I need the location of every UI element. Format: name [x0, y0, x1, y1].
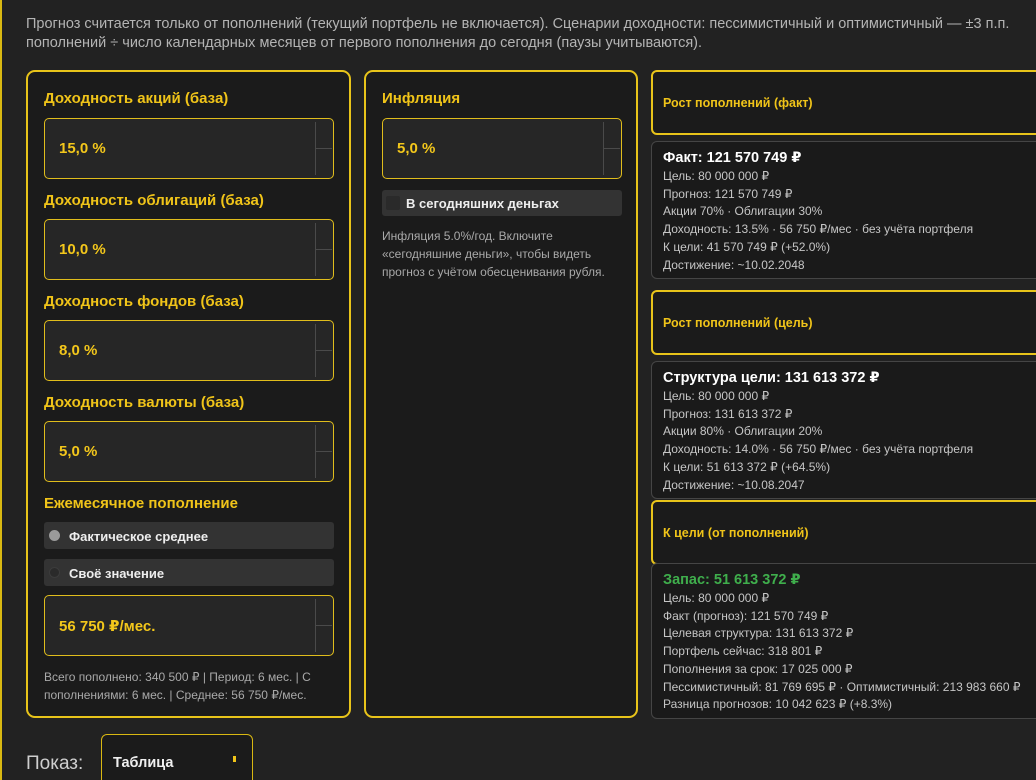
stocks-return-value: 15,0 % — [59, 140, 106, 157]
card-line: Пессимистичный: 81 769 695 ₽ · Оптимисти… — [663, 679, 1021, 694]
contribution-summary-line-2: пополнениями: 6 мес. | Среднее: 56 750 ₽… — [44, 688, 307, 702]
contribution-summary-line-1: Всего пополнено: 340 500 ₽ | Период: 6 м… — [44, 670, 311, 684]
contribution-value-input[interactable]: 56 750 ₽/мес. — [44, 595, 334, 656]
monthly-contribution-label: Ежемесячное пополнение — [44, 495, 238, 512]
fact-growth-header[interactable]: Рост пополнений (факт) — [651, 70, 1036, 135]
todays-money-label: В сегодняшних деньгах — [406, 196, 559, 211]
main-frame: Прогноз считается только от пополнений (… — [0, 0, 1036, 780]
display-selected-value: Таблица — [113, 755, 174, 771]
card-line: Доходность: 14.0% · 56 750 ₽/мес · без у… — [663, 442, 974, 457]
info-note: Прогноз считается только от пополнений (… — [26, 15, 1036, 53]
inflation-panel: Инфляция 5,0 % В сегодняшних деньгах Инф… — [364, 70, 638, 718]
contribution-summary: Всего пополнено: 340 500 ₽ | Период: 6 м… — [44, 668, 344, 704]
radio-unselected-icon[interactable] — [49, 567, 60, 578]
todays-money-toggle[interactable]: В сегодняшних деньгах — [382, 190, 622, 216]
bonds-return-spinner[interactable] — [315, 223, 332, 276]
to-goal-head: Запас: 51 613 372 ₽ — [663, 572, 801, 588]
card-line: Целевая структура: 131 613 372 ₽ — [663, 626, 854, 641]
card-line: Прогноз: 131 613 372 ₽ — [663, 406, 793, 421]
to-goal-card: Запас: 51 613 372 ₽ Цель: 80 000 000 ₽ Ф… — [651, 563, 1036, 719]
contribution-option-label: Фактическое среднее — [69, 529, 209, 544]
inflation-label: Инфляция — [382, 90, 461, 107]
info-note-line-1: Прогноз считается только от пополнений (… — [26, 16, 1010, 32]
goal-growth-card: Структура цели: 131 613 372 ₽ Цель: 80 0… — [651, 361, 1036, 499]
stocks-return-spinner[interactable] — [315, 122, 332, 175]
goal-growth-title: Рост пополнений (цель) — [663, 316, 813, 330]
stocks-return-label: Доходность акций (база) — [44, 90, 229, 107]
inflation-hint-line-1: Инфляция 5.0%/год. Включите — [382, 229, 553, 243]
bonds-return-value: 10,0 % — [59, 241, 106, 258]
radio-selected-icon[interactable] — [49, 530, 60, 541]
fact-growth-card: Факт: 121 570 749 ₽ Цель: 80 000 000 ₽ П… — [651, 141, 1036, 279]
card-line: Портфель сейчас: 318 801 ₽ — [663, 644, 823, 659]
bonds-return-input[interactable]: 10,0 % — [44, 219, 334, 280]
inflation-spinner[interactable] — [603, 122, 620, 175]
currency-return-label: Доходность валюты (база) — [44, 394, 245, 411]
card-line: Цель: 80 000 000 ₽ — [663, 169, 770, 183]
goal-growth-header[interactable]: Рост пополнений (цель) — [651, 290, 1036, 355]
returns-panel: Доходность акций (база) 15,0 % Доходност… — [26, 70, 351, 718]
display-label: Показ: — [26, 753, 84, 774]
funds-return-spinner[interactable] — [315, 324, 332, 377]
funds-return-value: 8,0 % — [59, 342, 98, 359]
fact-growth-head: Факт: 121 570 749 ₽ — [663, 150, 802, 166]
card-line: Цель: 80 000 000 ₽ — [663, 591, 770, 605]
card-line: К цели: 51 613 372 ₽ (+64.5%) — [663, 459, 831, 474]
bonds-return-label: Доходность облигаций (база) — [44, 192, 264, 209]
currency-return-input[interactable]: 5,0 % — [44, 421, 334, 482]
inflation-hint-line-2: «сегодняшние деньги», чтобы видеть — [382, 247, 592, 261]
contribution-option-custom[interactable]: Своё значение — [44, 559, 334, 586]
contribution-value: 56 750 ₽/мес. — [59, 618, 156, 635]
contribution-option-label: Своё значение — [69, 566, 165, 581]
card-line: Акции 80% · Облигации 20% — [663, 424, 823, 439]
inflation-hint-line-3: прогноз с учётом обесценивания рубля. — [382, 265, 605, 279]
info-note-line-2: пополнений ÷ число календарных месяцев о… — [26, 35, 703, 51]
card-line: Цель: 80 000 000 ₽ — [663, 389, 770, 403]
funds-return-label: Доходность фондов (база) — [44, 293, 244, 310]
card-line: Акции 70% · Облигации 30% — [663, 204, 823, 219]
card-line: Доходность: 13.5% · 56 750 ₽/мес · без у… — [663, 222, 974, 237]
dropdown-caret-icon — [233, 756, 236, 762]
stocks-return-input[interactable]: 15,0 % — [44, 118, 334, 179]
display-select[interactable]: Таблица — [101, 734, 253, 780]
to-goal-header[interactable]: К цели (от пополнений) — [651, 500, 1036, 565]
inflation-input[interactable]: 5,0 % — [382, 118, 622, 179]
inflation-value: 5,0 % — [397, 140, 436, 157]
funds-return-input[interactable]: 8,0 % — [44, 320, 334, 381]
card-line: Факт (прогноз): 121 570 749 ₽ — [663, 608, 829, 623]
card-line: Достижение: ~10.02.2048 — [663, 257, 805, 272]
fact-growth-title: Рост пополнений (факт) — [663, 96, 813, 110]
to-goal-title: К цели (от пополнений) — [663, 526, 809, 540]
inflation-hint: Инфляция 5.0%/год. Включите «сегодняшние… — [382, 227, 632, 281]
card-line: Прогноз: 121 570 749 ₽ — [663, 186, 793, 201]
currency-return-spinner[interactable] — [315, 425, 332, 478]
contribution-spinner[interactable] — [315, 599, 332, 652]
card-line: Достижение: ~10.08.2047 — [663, 477, 805, 492]
card-line: Разница прогнозов: 10 042 623 ₽ (+8.3%) — [663, 697, 893, 712]
currency-return-value: 5,0 % — [59, 443, 98, 460]
goal-growth-head: Структура цели: 131 613 372 ₽ — [663, 370, 880, 386]
contribution-option-actual-average[interactable]: Фактическое среднее — [44, 522, 334, 549]
card-line: К цели: 41 570 749 ₽ (+52.0%) — [663, 239, 831, 254]
card-line: Пополнения за срок: 17 025 000 ₽ — [663, 661, 853, 676]
checkbox-icon[interactable] — [386, 196, 400, 210]
